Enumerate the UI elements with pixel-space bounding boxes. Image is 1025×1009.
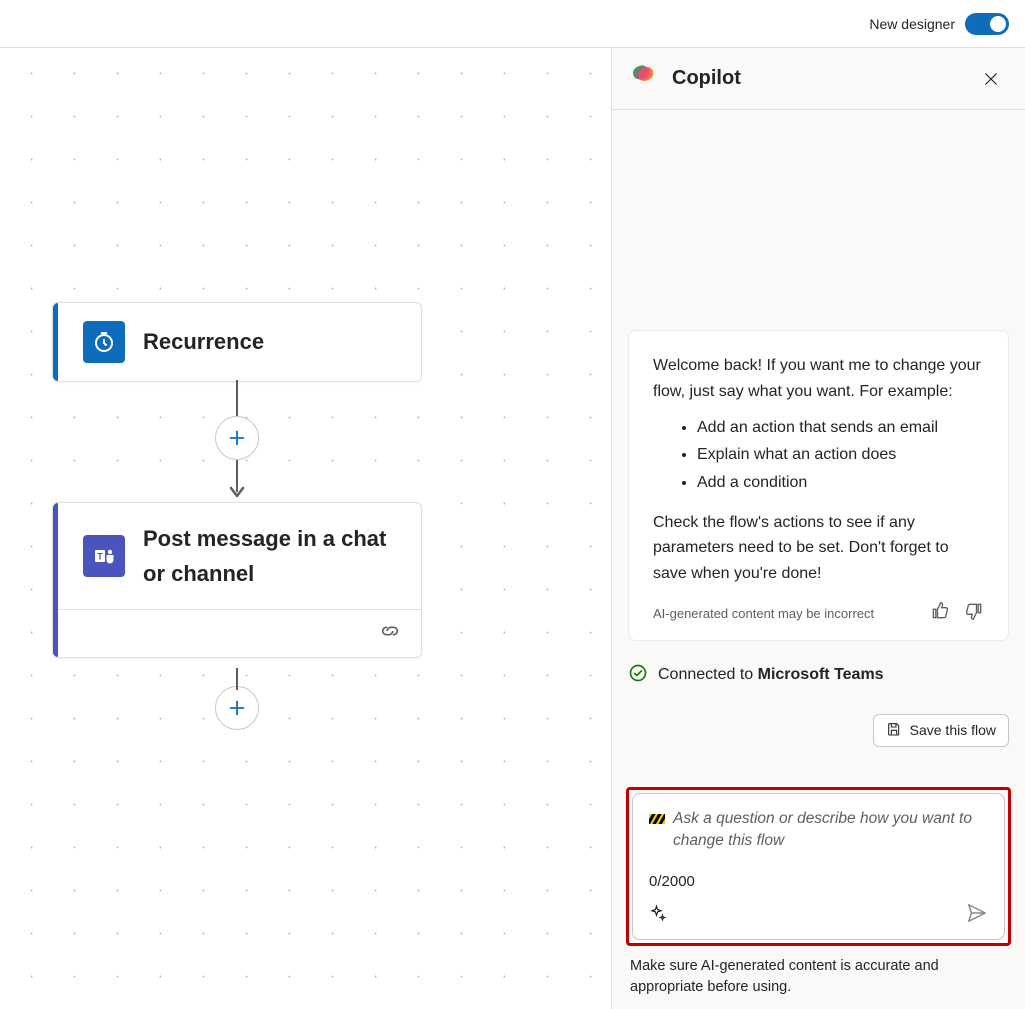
- suggestion-item: Add a condition: [697, 469, 984, 496]
- copilot-body: Welcome back! If you want me to change y…: [612, 110, 1025, 775]
- copilot-title: Copilot: [672, 67, 963, 90]
- save-icon: [886, 721, 902, 740]
- suggestion-item: Add an action that sends an email: [697, 414, 984, 441]
- suggestion-item: Explain what an action does: [697, 441, 984, 468]
- node-title: Post message in a chat or channel: [143, 521, 401, 591]
- send-button[interactable]: [966, 902, 988, 929]
- save-flow-button[interactable]: Save this flow: [873, 714, 1009, 747]
- new-designer-label: New designer: [869, 16, 955, 32]
- top-bar: New designer: [0, 0, 1025, 48]
- input-top: Ask a question or describe how you want …: [649, 808, 988, 853]
- node-body: T Post message in a chat or channel: [53, 503, 421, 609]
- close-button[interactable]: [975, 63, 1007, 95]
- toggle-knob: [990, 16, 1006, 32]
- node-accent-bar: [53, 503, 58, 657]
- flow-node-recurrence[interactable]: Recurrence: [52, 302, 422, 382]
- copilot-message-card: Welcome back! If you want me to change y…: [628, 330, 1009, 641]
- check-circle-icon: [628, 663, 648, 688]
- node-accent-bar: [53, 303, 58, 381]
- flow-node-post-message[interactable]: T Post message in a chat or channel: [52, 502, 422, 658]
- node-footer: [53, 609, 421, 657]
- connector-line: [236, 668, 238, 690]
- copilot-footnote: Make sure AI-generated content is accura…: [612, 952, 1025, 1009]
- construction-icon: [649, 811, 665, 829]
- input-footer: [649, 902, 988, 929]
- status-text: Connected to Microsoft Teams: [658, 666, 884, 684]
- link-icon[interactable]: [379, 620, 401, 647]
- status-prefix: Connected to: [658, 666, 758, 683]
- add-step-button[interactable]: [215, 416, 259, 460]
- ai-disclaimer: AI-generated content may be incorrect: [653, 606, 874, 621]
- save-row: Save this flow: [628, 714, 1009, 747]
- status-target: Microsoft Teams: [758, 666, 884, 683]
- feedback-buttons: [930, 601, 984, 626]
- flow-canvas[interactable]: Recurrence T Post message in a chat or c…: [0, 48, 611, 1009]
- input-placeholder: Ask a question or describe how you want …: [673, 808, 988, 853]
- char-counter: 0/2000: [649, 873, 988, 890]
- main: Recurrence T Post message in a chat or c…: [0, 48, 1025, 1009]
- copilot-input[interactable]: Ask a question or describe how you want …: [632, 793, 1005, 940]
- thumbs-up-button[interactable]: [930, 601, 950, 626]
- copilot-logo-icon: [630, 61, 660, 96]
- svg-text:T: T: [97, 552, 103, 562]
- clock-icon: [83, 321, 125, 363]
- node-title: Recurrence: [143, 324, 264, 359]
- new-designer-toggle-group: New designer: [869, 13, 1009, 35]
- thumbs-down-button[interactable]: [964, 601, 984, 626]
- new-designer-toggle[interactable]: [965, 13, 1009, 35]
- add-step-button[interactable]: [215, 686, 259, 730]
- message-footer: AI-generated content may be incorrect: [653, 601, 984, 626]
- copilot-header: Copilot: [612, 48, 1025, 110]
- message-intro: Welcome back! If you want me to change y…: [653, 353, 984, 404]
- save-label: Save this flow: [910, 722, 996, 738]
- node-body: Recurrence: [53, 303, 421, 381]
- message-outro: Check the flow's actions to see if any p…: [653, 510, 984, 587]
- message-suggestions: Add an action that sends an email Explai…: [653, 414, 984, 496]
- connection-status: Connected to Microsoft Teams: [628, 663, 1009, 688]
- teams-icon: T: [83, 535, 125, 577]
- copilot-input-highlight: Ask a question or describe how you want …: [626, 787, 1011, 946]
- copilot-panel: Copilot Welcome back! If you want me to …: [611, 48, 1025, 1009]
- sparkle-icon[interactable]: [649, 904, 667, 927]
